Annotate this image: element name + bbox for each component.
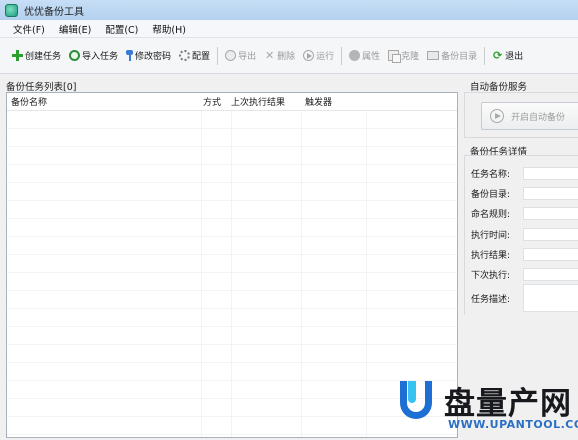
- detail-label-next-exec: 下次执行:: [471, 270, 511, 281]
- delete-label: 删除: [277, 52, 296, 62]
- exit-icon: ⟳: [493, 49, 503, 62]
- detail-value-backup-dir: [523, 186, 578, 200]
- key-icon: [126, 50, 134, 61]
- start-auto-backup-button[interactable]: 开启自动备份: [481, 102, 578, 130]
- play-icon: [303, 50, 315, 61]
- detail-row-description: 任务描述:: [471, 284, 578, 312]
- detail-label-naming-rule: 命名规则:: [471, 209, 511, 220]
- detail-value-next-exec: [523, 267, 578, 281]
- menu-config[interactable]: 配置(C): [98, 22, 145, 36]
- run-button[interactable]: 运行: [299, 45, 338, 67]
- menu-help[interactable]: 帮助(H): [145, 22, 193, 36]
- import-task-label: 导入任务: [82, 52, 119, 62]
- watermark-brand: 盘量产网: [444, 386, 572, 422]
- change-password-button[interactable]: 修改密码: [122, 45, 175, 67]
- title-bar: 优优备份工具: [0, 0, 578, 20]
- column-header-name[interactable]: 备份名称: [7, 95, 197, 108]
- task-list-body[interactable]: [7, 111, 457, 437]
- start-auto-backup-label: 开启自动备份: [511, 112, 566, 123]
- toolbar-separator: [217, 46, 219, 65]
- watermark-logo: [400, 381, 434, 419]
- delete-button[interactable]: ✕ 删除: [260, 45, 299, 67]
- properties-icon: [349, 50, 361, 61]
- task-list[interactable]: 备份名称 方式 上次执行结果 触发器: [6, 92, 458, 438]
- clone-button[interactable]: 克隆: [384, 45, 423, 67]
- column-header-trigger[interactable]: 触发器: [297, 95, 357, 108]
- plus-icon: [12, 50, 23, 61]
- menu-edit[interactable]: 编辑(E): [52, 22, 98, 36]
- detail-value-task-name: [523, 166, 578, 180]
- toolbar-separator: [341, 46, 343, 65]
- detail-value-naming-rule: [523, 206, 578, 220]
- clone-icon: [388, 50, 402, 63]
- detail-row-backup-dir: 备份目录:: [471, 186, 578, 200]
- detail-row-naming-rule: 命名规则:: [471, 206, 578, 220]
- clone-label: 克隆: [401, 52, 420, 62]
- watermark-url: WWW.UPANTOOL.COM: [448, 418, 578, 431]
- create-task-label: 创建任务: [25, 52, 62, 62]
- detail-row-exec-time: 执行时间:: [471, 227, 578, 241]
- detail-label-backup-dir: 备份目录:: [471, 189, 511, 200]
- toolbar-separator: [484, 46, 486, 65]
- menu-bar: 文件(F) 编辑(E) 配置(C) 帮助(H): [0, 20, 578, 38]
- app-icon: [5, 3, 18, 17]
- detail-value-exec-time: [523, 227, 578, 241]
- detail-label-description: 任务描述:: [471, 294, 511, 305]
- exit-label: 退出: [505, 52, 524, 62]
- detail-row-task-name: 任务名称:: [471, 166, 578, 180]
- import-task-button[interactable]: 导入任务: [65, 45, 122, 67]
- detail-label-exec-time: 执行时间:: [471, 230, 511, 241]
- play-icon: [490, 109, 504, 123]
- delete-icon: ✕: [264, 49, 275, 62]
- export-label: 导出: [238, 52, 257, 62]
- task-list-title: 备份任务列表[0]: [6, 82, 77, 93]
- column-header-mode[interactable]: 方式: [197, 95, 227, 108]
- run-label: 运行: [316, 52, 335, 62]
- watermark-u-accent: [408, 381, 416, 403]
- import-icon: [69, 50, 81, 61]
- change-password-label: 修改密码: [135, 52, 172, 62]
- toolbar: 创建任务 导入任务 修改密码 配置 导出 ✕ 删除 运行 属性 克隆 备份目录 …: [0, 38, 578, 74]
- detail-value-exec-result: [523, 247, 578, 261]
- properties-button[interactable]: 属性: [345, 45, 384, 67]
- watermark-u-shape: [400, 381, 432, 419]
- task-list-header: 备份名称 方式 上次执行结果 触发器: [7, 93, 457, 111]
- config-label: 配置: [192, 52, 211, 62]
- detail-value-description: [523, 284, 578, 312]
- gear-icon: [179, 50, 191, 61]
- backup-dir-button[interactable]: 备份目录: [423, 45, 481, 67]
- column-header-last-result[interactable]: 上次执行结果: [227, 95, 297, 108]
- detail-label-exec-result: 执行结果:: [471, 250, 511, 261]
- detail-label-task-name: 任务名称:: [471, 169, 511, 180]
- window-title: 优优备份工具: [24, 6, 84, 18]
- folder-icon: [427, 51, 440, 60]
- backup-dir-label: 备份目录: [441, 52, 478, 62]
- auto-service-title: 自动备份服务: [470, 82, 528, 93]
- create-task-button[interactable]: 创建任务: [8, 45, 65, 67]
- detail-row-exec-result: 执行结果:: [471, 247, 578, 261]
- export-icon: [225, 50, 237, 61]
- exit-button[interactable]: ⟳ 退出: [488, 45, 527, 67]
- config-button[interactable]: 配置: [175, 45, 214, 67]
- export-button[interactable]: 导出: [221, 45, 260, 67]
- properties-label: 属性: [362, 52, 381, 62]
- menu-file[interactable]: 文件(F): [6, 22, 52, 36]
- detail-row-next-exec: 下次执行:: [471, 267, 578, 281]
